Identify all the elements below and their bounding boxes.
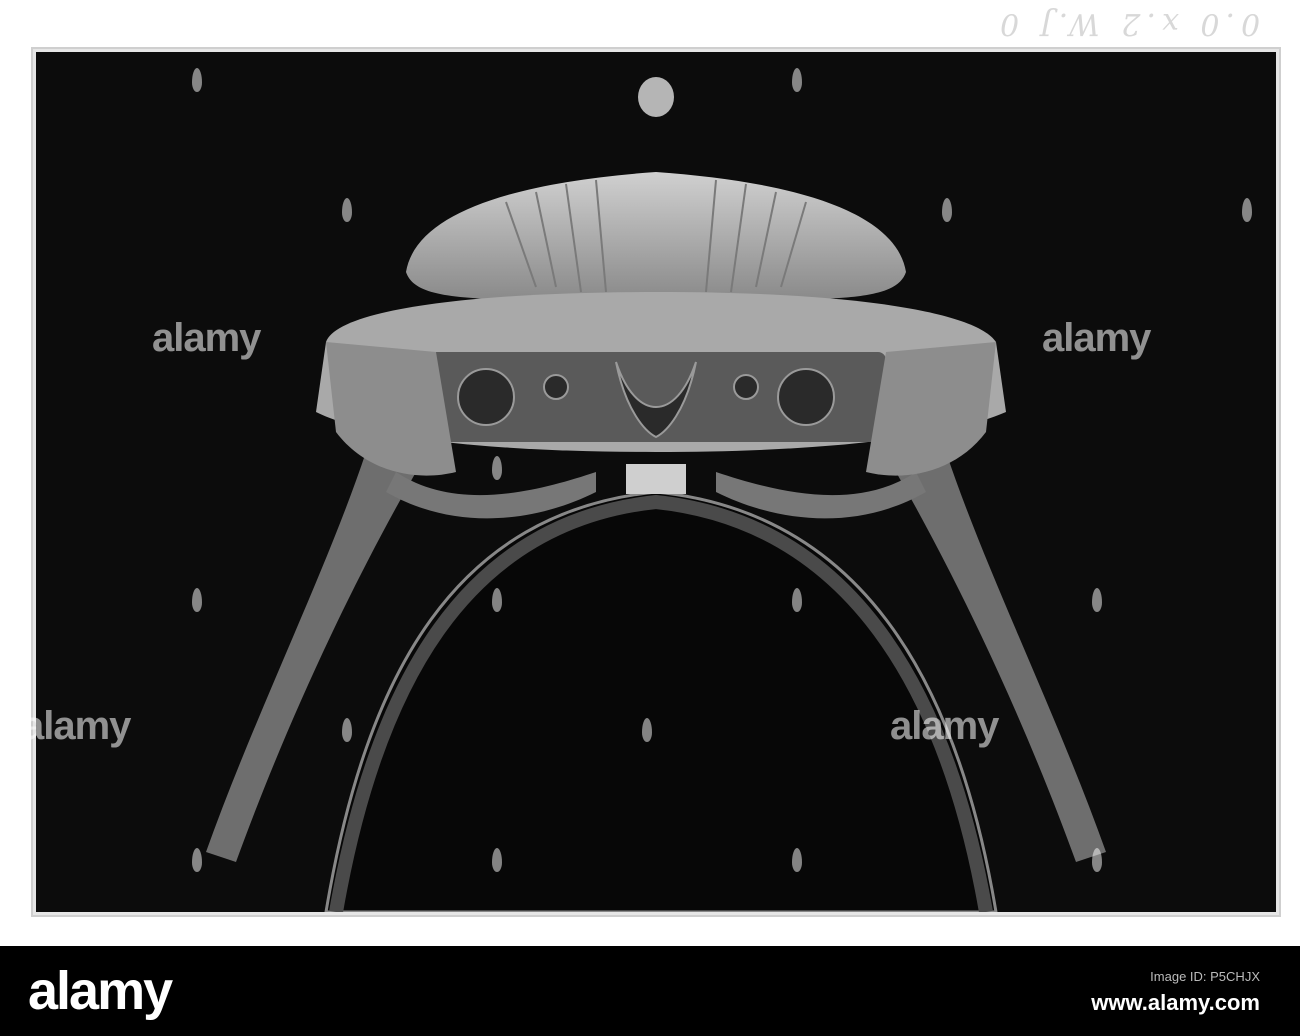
watermark-drop — [792, 588, 802, 612]
watermark-drop — [792, 848, 802, 872]
watermark-drop — [342, 718, 352, 742]
watermark-drop — [342, 198, 352, 222]
watermark-drop — [492, 588, 502, 612]
watermark-drop — [492, 456, 502, 480]
image-id-label: Image ID: P5CHJX — [1150, 969, 1260, 984]
watermark: alamy — [1042, 316, 1151, 360]
watermark: alamy — [152, 316, 261, 360]
watermark-drop — [192, 588, 202, 612]
saddle-arch — [324, 490, 998, 912]
image-url[interactable]: www.alamy.com — [1091, 990, 1260, 1016]
watermark-drop — [642, 718, 652, 742]
watermark: alamy — [890, 704, 999, 748]
upper-cushion — [406, 172, 906, 300]
saddle-photo — [206, 77, 1106, 912]
watermark-drop — [192, 848, 202, 872]
watermark-drop — [1242, 198, 1252, 222]
watermark-drop — [492, 848, 502, 872]
handwritten-plate-mark: 0.0 x.2 W.J 0 — [993, 6, 1260, 41]
photo-frame: alamy alamy alamy alamy 0.0 x.2 W.J 0 — [0, 0, 1300, 946]
watermark-drop — [1092, 588, 1102, 612]
watermark-drop — [942, 198, 952, 222]
watermark-drop — [792, 68, 802, 92]
watermark-drop — [1092, 848, 1102, 872]
label-tag — [626, 464, 686, 494]
alamy-logo: alamy — [28, 961, 173, 1021]
watermark: alamy — [22, 704, 131, 748]
image-id-block: Image ID: P5CHJX www.alamy.com — [1091, 964, 1260, 1016]
stock-footer: alamy Image ID: P5CHJX www.alamy.com — [0, 946, 1300, 1036]
pommel-knob — [638, 77, 674, 117]
watermark-drop — [192, 68, 202, 92]
glass-plate-negative: alamy alamy alamy alamy — [22, 52, 1276, 912]
